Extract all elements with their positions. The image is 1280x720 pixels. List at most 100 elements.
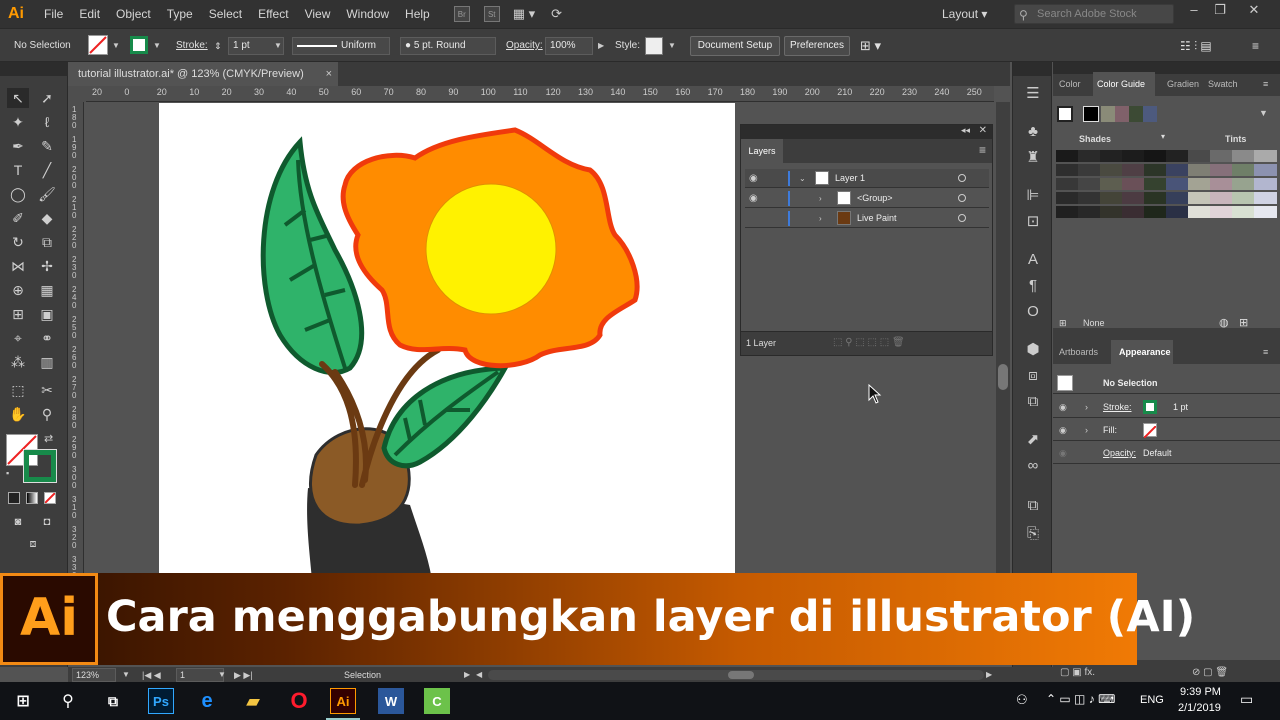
color-guide-swatch[interactable]	[1100, 150, 1123, 162]
color-guide-swatch[interactable]	[1056, 192, 1079, 204]
paragraph-icon[interactable]: ¶	[1023, 276, 1043, 296]
pen-tool-icon[interactable]: ✒	[7, 136, 29, 156]
links-icon[interactable]: ∞	[1023, 456, 1043, 476]
chevron-down-icon[interactable]: ▼	[668, 41, 676, 50]
fill-row[interactable]: ◉ › Fill:	[1053, 419, 1280, 441]
symbol-sprayer-tool-icon[interactable]: ⁂	[7, 352, 29, 372]
gpu-performance-icon[interactable]: ⟳	[551, 6, 562, 22]
chevron-left-icon[interactable]: ◀	[476, 667, 482, 683]
chevron-right-icon[interactable]: ▶	[598, 41, 604, 50]
visibility-eye-icon[interactable]: ◉	[1059, 396, 1067, 418]
artboard-number[interactable]: 1	[176, 668, 224, 682]
color-guide-swatch[interactable]	[1188, 164, 1211, 176]
align-options-icon[interactable]: ⊞ ▾	[860, 37, 881, 55]
3d-icon[interactable]: ⬢	[1023, 340, 1043, 360]
expand-chevron-icon[interactable]: ›	[1085, 396, 1088, 418]
fill-label[interactable]: Fill:	[1103, 419, 1117, 441]
color-guide-swatch[interactable]	[1232, 206, 1255, 218]
artboard[interactable]	[159, 103, 735, 578]
color-guide-swatch[interactable]	[1056, 164, 1079, 176]
tab-color[interactable]: Color	[1059, 72, 1081, 96]
opera-browser-icon[interactable]: O	[286, 688, 312, 714]
horizontal-scrollbar[interactable]	[488, 670, 984, 680]
perspective-grid-tool-icon[interactable]: ▦	[36, 280, 58, 300]
target-circle-icon[interactable]	[958, 214, 966, 222]
harmony-swatch[interactable]	[1129, 106, 1143, 122]
shape-builder-tool-icon[interactable]: ⊕	[7, 280, 29, 300]
magic-wand-tool-icon[interactable]: ✦	[7, 112, 29, 132]
harmony-swatch[interactable]	[1143, 106, 1157, 122]
menu-help[interactable]: Help	[397, 0, 438, 28]
color-guide-swatch[interactable]	[1166, 150, 1189, 162]
color-guide-swatch[interactable]	[1188, 178, 1211, 190]
scrollbar-thumb[interactable]	[998, 364, 1008, 390]
color-guide-swatch[interactable]	[1122, 150, 1145, 162]
chevron-right-icon[interactable]: ▶	[986, 667, 992, 683]
layer-row[interactable]: ◉ ⌄ Layer 1	[745, 169, 989, 188]
minimize-button[interactable]: –	[1180, 0, 1208, 22]
restore-button[interactable]: ❐	[1206, 0, 1234, 22]
color-guide-swatch[interactable]	[1144, 150, 1167, 162]
color-guide-swatch[interactable]	[1166, 192, 1189, 204]
stroke-value[interactable]: 1 pt	[1173, 396, 1188, 418]
illustrator-taskbar-icon[interactable]: Ai	[330, 688, 356, 714]
color-guide-swatch[interactable]	[1122, 178, 1145, 190]
color-guide-swatch[interactable]	[1122, 192, 1145, 204]
artboard-nav-icon[interactable]: |◀ ◀	[142, 667, 161, 683]
document-tab[interactable]: tutorial illustrator.ai* @ 123% (CMYK/Pr…	[70, 62, 338, 86]
color-guide-swatch[interactable]	[1100, 178, 1123, 190]
color-guide-swatch[interactable]	[1232, 150, 1255, 162]
gradient-mode-icon[interactable]	[26, 492, 38, 504]
opacity-label[interactable]: Opacity:	[1103, 442, 1136, 464]
color-guide-swatch[interactable]	[1254, 206, 1277, 218]
harmony-swatch[interactable]	[1101, 106, 1115, 122]
stock-button[interactable]: St	[483, 6, 500, 22]
color-guide-swatch[interactable]	[1254, 164, 1277, 176]
stroke-swatch[interactable]	[1143, 400, 1157, 414]
layers-panel-titlebar[interactable]: ◂◂ ✕	[741, 125, 992, 139]
panel-menu-icon[interactable]: ≡	[1263, 72, 1268, 96]
appearance-footer-icons[interactable]: ▢ ▣ fx.	[1060, 667, 1095, 678]
stroke-label[interactable]: Stroke:	[176, 37, 208, 55]
ellipse-tool-icon[interactable]: ◯	[7, 184, 29, 204]
color-guide-swatch[interactable]	[1210, 150, 1233, 162]
opacity-input[interactable]: 100%	[545, 37, 593, 55]
horizontal-ruler[interactable]: 20 0 20 10 20 30 40 50 60 70 80 90 100 110 120 130 140 15…	[86, 86, 994, 102]
export-icon[interactable]: ⬈	[1023, 430, 1043, 450]
curvature-tool-icon[interactable]: ✎	[36, 136, 58, 156]
color-guide-swatch[interactable]	[1210, 192, 1233, 204]
vertical-ruler[interactable]: 1 8 0 1 9 0 2 0 0 2 1 0 2 2 0 2 3 0 2 4 0 2 5 0…	[68, 102, 84, 578]
brush-definition[interactable]: ● 5 pt. Round	[400, 37, 496, 55]
color-guide-swatch[interactable]	[1210, 164, 1233, 176]
lasso-tool-icon[interactable]: ℓ	[36, 112, 58, 132]
color-guide-swatch[interactable]	[1078, 164, 1101, 176]
align-icon[interactable]: ⊫	[1023, 186, 1043, 206]
ruler-origin[interactable]	[68, 86, 86, 102]
color-guide-swatch[interactable]	[1056, 178, 1079, 190]
shaper-tool-icon[interactable]: ✐	[7, 208, 29, 228]
arrange-documents-icon[interactable]: ▦ ▾	[513, 6, 535, 22]
menu-object[interactable]: Object	[108, 0, 159, 28]
none-mode-icon[interactable]	[44, 492, 56, 504]
menu-window[interactable]: Window	[338, 0, 397, 28]
zoom-tool-icon[interactable]: ⚲	[36, 404, 58, 424]
gradient-tool-icon[interactable]: ▣	[36, 304, 58, 324]
expand-chevron-icon[interactable]: ›	[819, 189, 822, 208]
color-guide-swatch[interactable]	[1078, 206, 1101, 218]
close-panel-icon[interactable]: ✕	[979, 125, 987, 136]
color-guide-swatch[interactable]	[1056, 206, 1079, 218]
puppet-warp-tool-icon[interactable]: ✢	[36, 256, 58, 276]
stroke-row[interactable]: ◉ › Stroke: 1 pt	[1053, 396, 1280, 418]
chevron-right-icon[interactable]: ▶	[464, 667, 470, 683]
visibility-eye-icon[interactable]: ◉	[749, 189, 758, 208]
scrollbar-thumb[interactable]	[728, 671, 754, 679]
target-circle-icon[interactable]	[958, 174, 966, 182]
pathfinder-icon[interactable]: ⧉	[1023, 496, 1043, 516]
harmony-swatch[interactable]	[1083, 106, 1099, 122]
color-guide-swatch[interactable]	[1188, 206, 1211, 218]
tab-layers[interactable]: Layers	[741, 139, 783, 163]
stroke-swatch[interactable]	[130, 36, 148, 54]
color-guide-swatch[interactable]	[1254, 178, 1277, 190]
image-trace-icon[interactable]: ⧈	[1023, 366, 1043, 386]
color-guide-swatch[interactable]	[1232, 164, 1255, 176]
